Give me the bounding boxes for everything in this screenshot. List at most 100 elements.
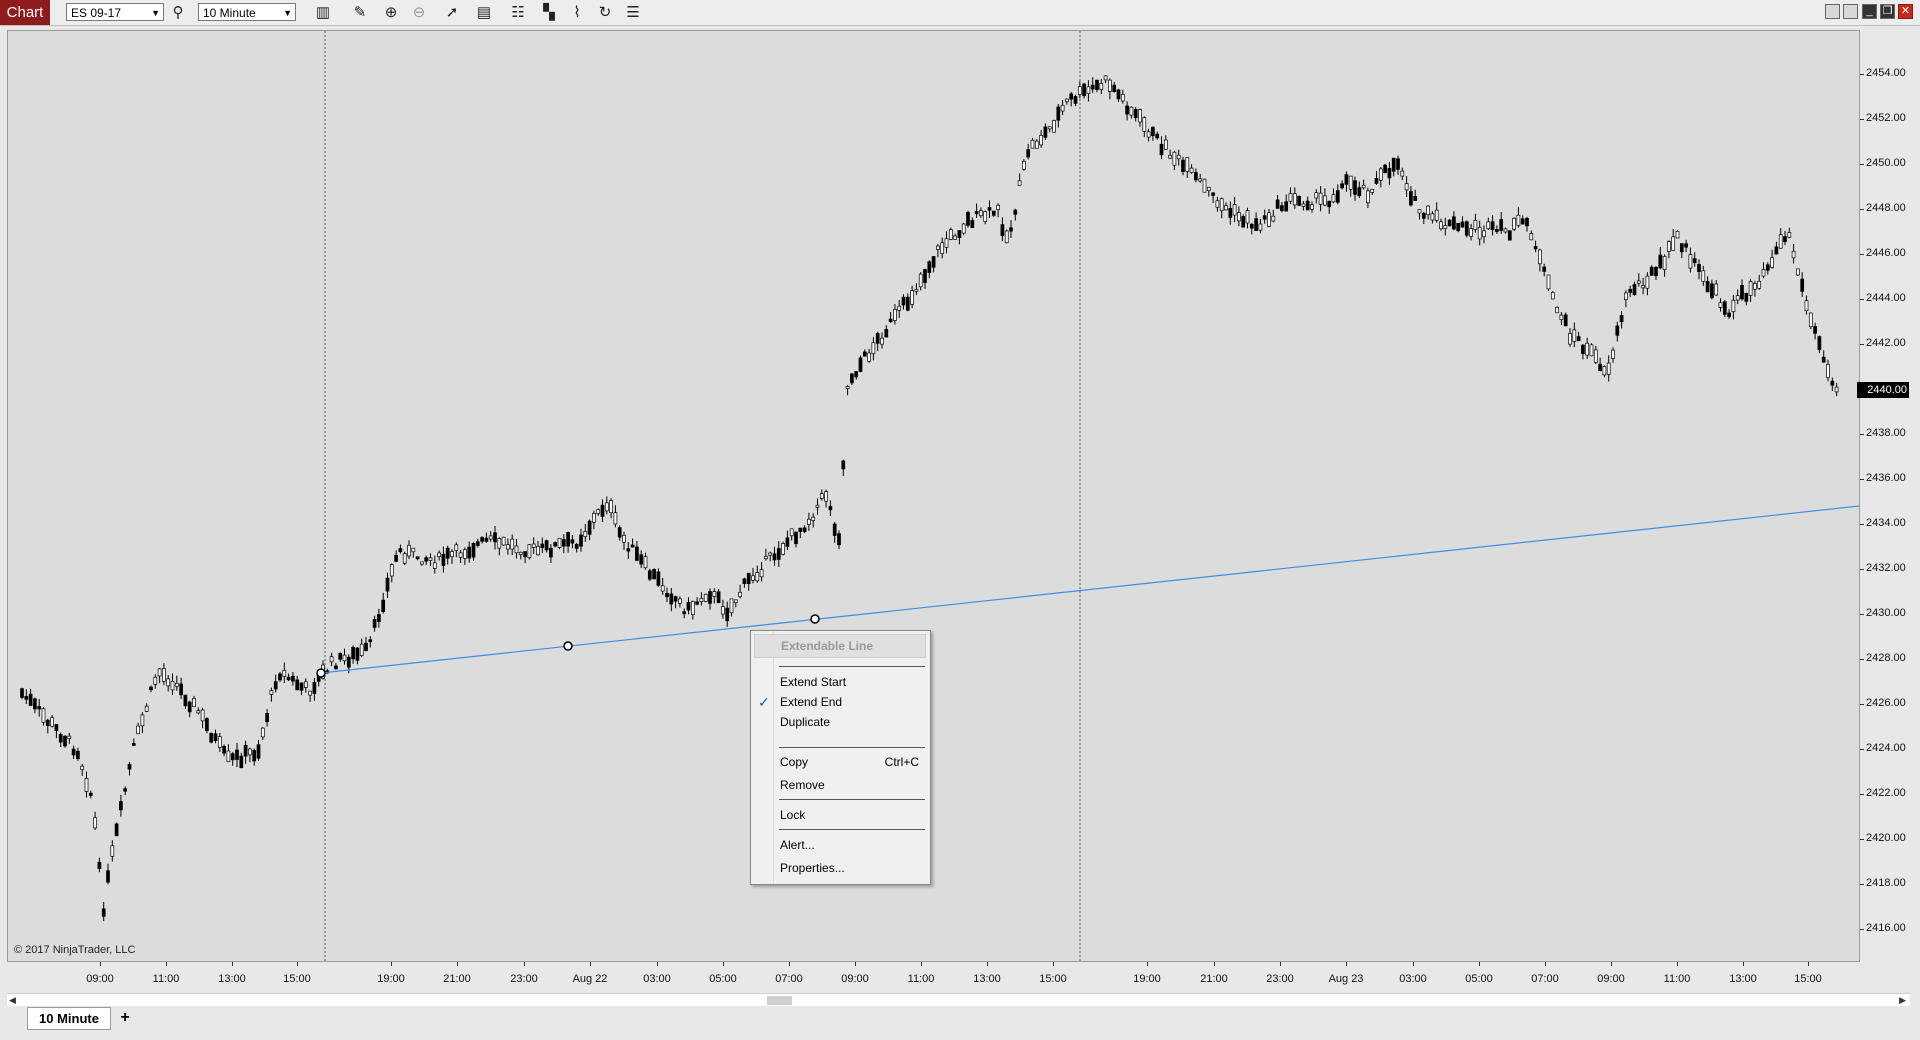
time-axis-label: 05:00	[709, 973, 737, 985]
candle-body	[759, 569, 764, 578]
candle-body	[84, 778, 89, 792]
time-axis-label: 19:00	[377, 973, 405, 985]
zoom-in-icon[interactable]: ⊕	[381, 3, 401, 23]
candle-body	[768, 552, 773, 556]
candle-body	[1817, 336, 1822, 350]
data-box-icon[interactable]: ▤	[474, 3, 494, 23]
candle-body	[1241, 216, 1246, 228]
candle-body	[948, 229, 953, 240]
candle-body	[1783, 236, 1787, 243]
restore-icon[interactable]: ❐	[1880, 4, 1895, 19]
candle-body	[794, 531, 798, 545]
candle-body	[514, 545, 519, 554]
time-axis-label: 07:00	[1531, 973, 1559, 985]
candle-body	[574, 544, 579, 549]
close-icon[interactable]: ✕	[1898, 4, 1913, 19]
price-chart-panel[interactable]: © 2017 NinjaTrader, LLC	[7, 30, 1860, 962]
candle-body	[656, 571, 661, 586]
candle-body	[454, 544, 459, 551]
properties-list-icon[interactable]: ☰	[623, 3, 643, 23]
candlestick-chart[interactable]	[8, 31, 1859, 961]
tile-icon[interactable]	[1825, 4, 1840, 19]
instrument-value: ES 09-17	[71, 6, 122, 20]
candle-body	[1198, 178, 1203, 182]
candle-body	[832, 523, 837, 536]
candle-body	[815, 504, 820, 508]
candle-body	[1181, 159, 1185, 172]
candle-body	[1249, 223, 1254, 229]
menu-item-lock[interactable]: Lock	[780, 805, 925, 825]
checkmark-icon: ✓	[758, 694, 770, 710]
menu-item-properties[interactable]: Properties...	[780, 858, 925, 878]
menu-item-extend-end[interactable]: Extend End	[780, 692, 925, 712]
strategies-icon[interactable]: ▚	[539, 3, 559, 23]
cursor-icon[interactable]: ➚	[442, 3, 462, 23]
time-tick	[1677, 962, 1678, 966]
candle-body	[88, 792, 93, 796]
candle-body	[1108, 79, 1112, 92]
candle-body	[1095, 79, 1099, 90]
candle-body	[738, 591, 742, 597]
candle-body	[673, 596, 678, 602]
candle-body	[708, 591, 712, 604]
time-axis[interactable]: 09:00 11:00 13:00 15:00 19:00 21:00 23:00 Aug 2…	[7, 962, 1860, 992]
candle-body	[1185, 157, 1190, 172]
refresh-icon[interactable]: ↻	[595, 3, 615, 23]
candle-body	[1206, 186, 1211, 191]
candle-body	[1632, 284, 1637, 296]
candle-body	[1585, 342, 1590, 356]
candle-body	[179, 683, 183, 696]
candle-body	[1224, 205, 1228, 211]
candle-body	[1267, 212, 1271, 227]
menu-item-extend-start[interactable]: Extend Start	[780, 672, 925, 692]
candle-body	[407, 544, 411, 557]
horizontal-scrollbar[interactable]: ◀ ▶	[7, 993, 1910, 1007]
candle-body	[1176, 154, 1181, 160]
minimize-icon[interactable]: _	[1862, 4, 1877, 19]
candle-body	[1284, 201, 1289, 212]
candle-body	[1189, 167, 1194, 173]
menu-item-remove[interactable]: Remove	[780, 775, 925, 795]
app-title[interactable]: Chart	[0, 0, 50, 25]
time-axis-label: 23:00	[510, 973, 538, 985]
candle-body	[798, 527, 803, 532]
candle-body	[592, 513, 596, 523]
candle-body	[918, 273, 923, 288]
extendable-line[interactable]	[320, 505, 1859, 674]
pin-icon[interactable]	[1843, 4, 1858, 19]
candle-body	[841, 460, 846, 470]
price-tick	[1860, 884, 1864, 885]
line-anchor-end[interactable]	[810, 614, 820, 624]
menu-item-copy[interactable]: Copy Ctrl+C	[780, 752, 925, 772]
indicators-icon[interactable]: ☷	[508, 3, 528, 23]
candle-body	[781, 543, 785, 555]
tab-10-minute[interactable]: 10 Minute	[27, 1007, 111, 1030]
menu-item-duplicate[interactable]: Duplicate	[780, 712, 925, 732]
menu-item-alert[interactable]: Alert...	[780, 835, 925, 855]
instrument-select[interactable]: ES 09-17 ▼	[66, 3, 164, 21]
candle-body	[665, 592, 669, 598]
candle-body	[630, 544, 635, 548]
line-anchor-middle[interactable]	[563, 641, 573, 651]
candle-body	[1645, 275, 1650, 289]
chevron-down-icon: ▼	[283, 8, 292, 18]
candle-body	[1034, 140, 1039, 149]
candle-body	[531, 543, 536, 548]
scrollbar-thumb[interactable]	[767, 996, 792, 1005]
candle-body	[1486, 221, 1491, 230]
zoom-out-icon[interactable]: ⊖	[409, 3, 429, 23]
search-icon[interactable]: ⚲	[168, 3, 188, 23]
candle-body	[1538, 249, 1542, 265]
candle-body	[1452, 216, 1456, 230]
add-tab-button[interactable]: +	[116, 1007, 134, 1029]
drawing-tools-icon[interactable]: ⌇	[567, 3, 587, 23]
menu-item-label: Copy	[780, 755, 809, 769]
price-axis[interactable]: 2454.00 2452.00 2450.00 2448.00 2446.00 2444.…	[1860, 30, 1910, 962]
candle-body	[359, 643, 364, 656]
interval-select[interactable]: 10 Minute ▼	[198, 3, 296, 21]
bars-type-icon[interactable]: ▥	[313, 3, 333, 23]
draw-pencil-icon[interactable]: ✎	[350, 3, 370, 23]
line-anchor-start[interactable]	[316, 668, 326, 678]
candle-body	[1735, 295, 1740, 301]
candle-body	[97, 861, 102, 869]
